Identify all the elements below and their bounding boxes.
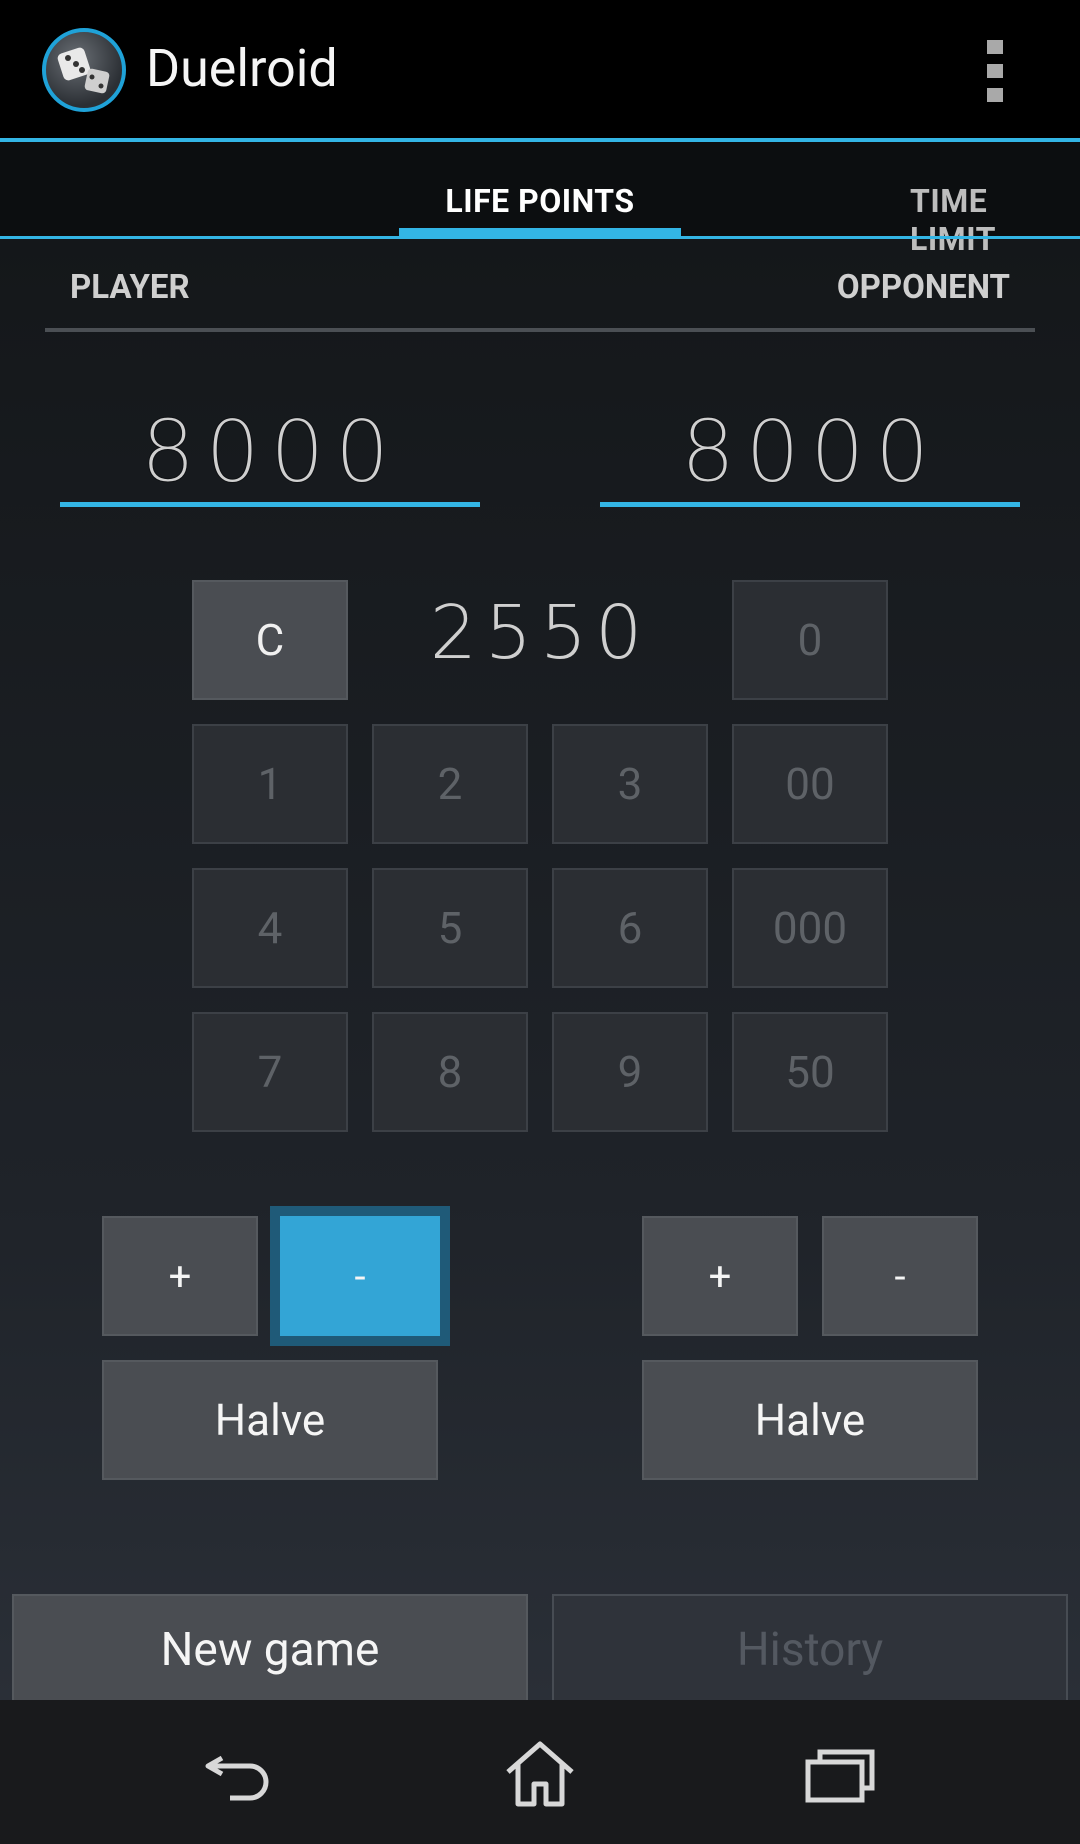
opponent-minus-button[interactable]: - [822, 1216, 978, 1336]
player-halve-button[interactable]: Halve [102, 1360, 438, 1480]
history-button[interactable]: History [552, 1594, 1068, 1704]
key-8[interactable]: 8 [372, 1012, 528, 1132]
tab-indicator [399, 228, 681, 236]
overflow-menu-icon[interactable] [980, 40, 1010, 102]
key-00[interactable]: 00 [732, 724, 888, 844]
opponent-header: OPPONENT [836, 268, 1010, 307]
key-000[interactable]: 000 [732, 868, 888, 988]
player-life-underline [60, 502, 480, 507]
dice-icon[interactable] [42, 28, 126, 112]
player-life-points: 8000 [140, 402, 400, 503]
entry-display: 2550 [429, 590, 651, 676]
opponent-life-points: 8000 [680, 402, 940, 503]
key-4[interactable]: 4 [192, 868, 348, 988]
key-0[interactable]: 0 [732, 580, 888, 700]
opponent-life-underline [600, 502, 1020, 507]
key-1[interactable]: 1 [192, 724, 348, 844]
home-icon[interactable] [500, 1740, 580, 1810]
player-header: PLAYER [70, 268, 190, 307]
app-title: Duelroid [146, 38, 338, 99]
new-game-button[interactable]: New game [12, 1594, 528, 1704]
tab-life-points[interactable]: LIFE POINTS [399, 182, 681, 220]
navigation-bar [0, 1700, 1080, 1844]
key-9[interactable]: 9 [552, 1012, 708, 1132]
header-divider [45, 328, 1035, 332]
clear-button[interactable]: C [192, 580, 348, 700]
key-5[interactable]: 5 [372, 868, 528, 988]
player-minus-button[interactable]: - [270, 1206, 450, 1346]
action-bar: Duelroid [0, 0, 1080, 140]
opponent-halve-button[interactable]: Halve [642, 1360, 978, 1480]
opponent-plus-button[interactable]: + [642, 1216, 798, 1336]
tab-divider [0, 236, 1080, 239]
key-7[interactable]: 7 [192, 1012, 348, 1132]
key-3[interactable]: 3 [552, 724, 708, 844]
recent-apps-icon[interactable] [800, 1740, 880, 1810]
key-2[interactable]: 2 [372, 724, 528, 844]
tab-strip: LIFE POINTS TIME LIMIT [0, 142, 1080, 258]
back-icon[interactable] [200, 1740, 280, 1810]
key-6[interactable]: 6 [552, 868, 708, 988]
key-50[interactable]: 50 [732, 1012, 888, 1132]
player-plus-button[interactable]: + [102, 1216, 258, 1336]
tab-time-limit[interactable]: TIME LIMIT [910, 182, 1080, 258]
